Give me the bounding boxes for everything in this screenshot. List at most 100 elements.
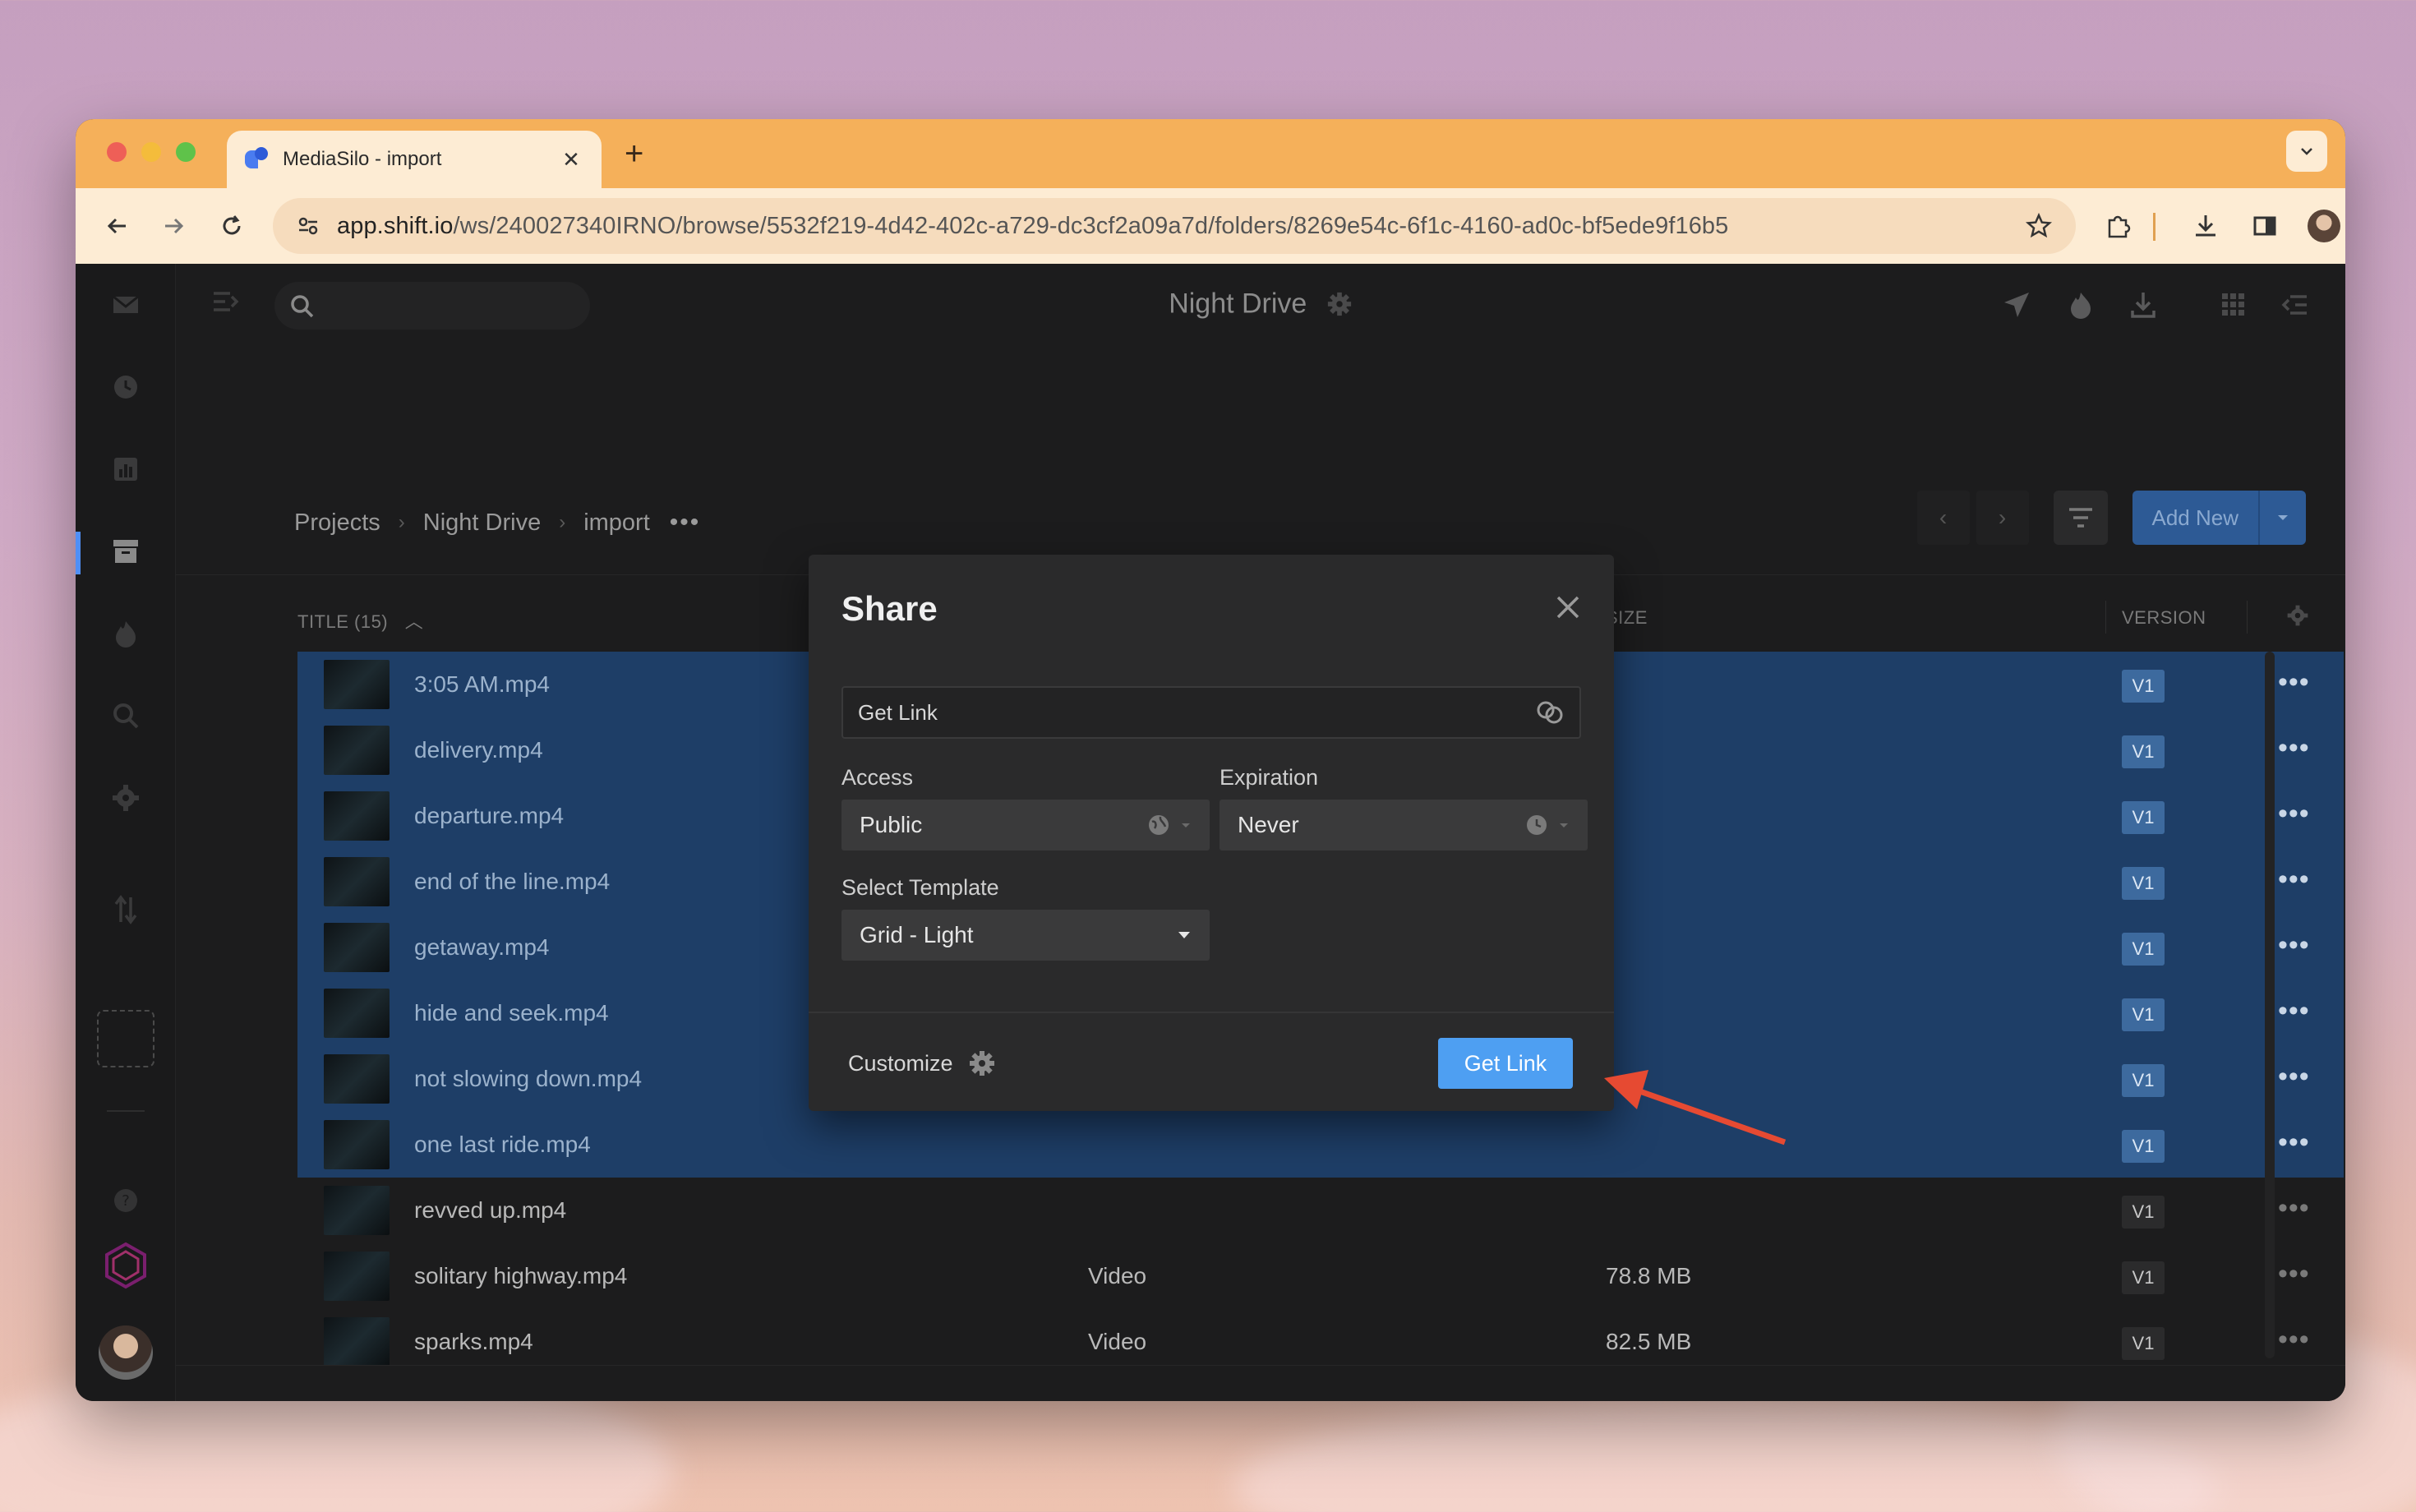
breadcrumb-project[interactable]: Night Drive <box>423 509 541 537</box>
video-thumbnail[interactable] <box>324 857 390 906</box>
version-badge[interactable]: V1 <box>2122 735 2165 768</box>
access-select[interactable]: Public <box>841 800 1210 850</box>
video-thumbnail[interactable] <box>324 923 390 972</box>
video-thumbnail[interactable] <box>324 989 390 1038</box>
customize-button[interactable]: Customize <box>848 1049 996 1077</box>
inbox-icon[interactable] <box>109 288 142 321</box>
video-thumbnail[interactable] <box>324 1252 390 1301</box>
video-thumbnail[interactable] <box>324 660 390 709</box>
transfer-icon[interactable] <box>109 893 142 926</box>
version-badge[interactable]: V1 <box>2122 1327 2165 1360</box>
gear-icon[interactable] <box>109 781 142 814</box>
table-row[interactable]: one last ride.mp4 V1 ••• <box>297 1112 2344 1178</box>
breadcrumb-folder[interactable]: import <box>583 509 650 537</box>
row-more-icon[interactable]: ••• <box>2278 1192 2310 1224</box>
side-panel-button[interactable] <box>2245 206 2285 246</box>
logo-icon[interactable] <box>102 1242 150 1289</box>
scrollbar[interactable] <box>2265 652 2275 1358</box>
row-more-icon[interactable]: ••• <box>2278 732 2310 764</box>
video-thumbnail[interactable] <box>324 1054 390 1104</box>
file-name[interactable]: end of the line.mp4 <box>414 869 610 895</box>
file-name[interactable]: departure.mp4 <box>414 803 564 829</box>
file-name[interactable]: 3:05 AM.mp4 <box>414 671 550 698</box>
file-name[interactable]: solitary highway.mp4 <box>414 1263 627 1289</box>
version-badge[interactable]: V1 <box>2122 801 2165 834</box>
row-more-icon[interactable]: ••• <box>2278 1061 2310 1093</box>
panel-icon[interactable] <box>2278 288 2311 321</box>
row-more-icon[interactable]: ••• <box>2278 1324 2310 1356</box>
expiration-select[interactable]: Never <box>1220 800 1588 850</box>
user-avatar[interactable] <box>99 1325 153 1380</box>
forward-button[interactable] <box>154 206 194 246</box>
version-badge[interactable]: V1 <box>2122 867 2165 900</box>
video-thumbnail[interactable] <box>324 1120 390 1169</box>
filter-button[interactable] <box>2053 491 2108 545</box>
url-text[interactable]: app.shift.io/ws/240027340IRNO/browse/553… <box>337 213 2025 240</box>
back-button[interactable] <box>97 206 136 246</box>
bookmark-star-icon[interactable] <box>2025 212 2053 240</box>
tab-close-icon[interactable]: ✕ <box>559 147 583 173</box>
close-dialog-button[interactable] <box>1551 591 1584 624</box>
grid-icon[interactable] <box>2217 288 2250 321</box>
search-icon[interactable] <box>109 699 142 732</box>
minimize-window-button[interactable] <box>141 142 161 162</box>
share-link-field[interactable]: Get Link <box>841 686 1581 739</box>
prev-page-button[interactable]: ‹ <box>1916 491 1970 545</box>
column-settings-gear-icon[interactable] <box>2286 604 2309 632</box>
file-name[interactable]: revved up.mp4 <box>414 1197 566 1224</box>
help-icon[interactable]: ? <box>109 1184 142 1217</box>
copy-link-icon[interactable] <box>1535 699 1565 726</box>
row-more-icon[interactable]: ••• <box>2278 1258 2310 1290</box>
archive-icon[interactable] <box>109 535 142 568</box>
video-thumbnail[interactable] <box>324 791 390 841</box>
flame-icon[interactable] <box>2064 288 2097 321</box>
version-badge[interactable]: V1 <box>2122 1261 2165 1294</box>
send-icon[interactable] <box>2000 288 2033 321</box>
next-page-button[interactable]: › <box>1976 491 2029 545</box>
close-window-button[interactable] <box>107 142 127 162</box>
profile-button[interactable] <box>2304 206 2344 246</box>
folder-more-icon[interactable]: ••• <box>670 509 701 537</box>
drop-zone[interactable] <box>97 1010 154 1067</box>
row-more-icon[interactable]: ••• <box>2278 798 2310 830</box>
row-more-icon[interactable]: ••• <box>2278 995 2310 1027</box>
video-thumbnail[interactable] <box>324 1317 390 1367</box>
tab-search-button[interactable] <box>2286 131 2327 172</box>
video-thumbnail[interactable] <box>324 726 390 775</box>
downloads-button[interactable] <box>2186 206 2225 246</box>
file-name[interactable]: delivery.mp4 <box>414 737 543 763</box>
template-select[interactable]: Grid - Light <box>841 910 1210 961</box>
address-bar[interactable]: app.shift.io/ws/240027340IRNO/browse/553… <box>273 198 2076 254</box>
add-new-dropdown[interactable] <box>2260 491 2306 545</box>
chart-icon[interactable] <box>109 453 142 486</box>
video-thumbnail[interactable] <box>324 1186 390 1235</box>
version-badge[interactable]: V1 <box>2122 933 2165 966</box>
version-badge[interactable]: V1 <box>2122 998 2165 1031</box>
project-settings-gear-icon[interactable] <box>1326 291 1353 317</box>
file-name[interactable]: hide and seek.mp4 <box>414 1000 609 1026</box>
version-badge[interactable]: V1 <box>2122 1130 2165 1163</box>
reload-button[interactable] <box>212 206 251 246</box>
table-row[interactable]: revved up.mp4 V1 ••• <box>297 1178 2344 1243</box>
column-version-header[interactable]: VERSION <box>2122 607 2206 629</box>
get-link-button[interactable]: Get Link <box>1438 1038 1573 1089</box>
flame-icon[interactable] <box>109 617 142 650</box>
site-settings-icon[interactable] <box>296 214 320 238</box>
new-tab-icon[interactable]: + <box>625 137 643 170</box>
version-badge[interactable]: V1 <box>2122 670 2165 703</box>
row-more-icon[interactable]: ••• <box>2278 1127 2310 1159</box>
maximize-window-button[interactable] <box>176 142 196 162</box>
add-new-button[interactable]: Add New <box>2132 491 2306 545</box>
file-name[interactable]: not slowing down.mp4 <box>414 1066 642 1092</box>
file-name[interactable]: one last ride.mp4 <box>414 1132 591 1158</box>
file-name[interactable]: sparks.mp4 <box>414 1329 533 1355</box>
extensions-button[interactable] <box>2099 206 2138 246</box>
row-more-icon[interactable]: ••• <box>2278 929 2310 961</box>
breadcrumb-projects[interactable]: Projects <box>294 509 380 537</box>
browser-tab[interactable]: MediaSilo - import ✕ <box>227 131 602 188</box>
download-icon[interactable] <box>2127 288 2160 321</box>
version-badge[interactable]: V1 <box>2122 1064 2165 1097</box>
table-row[interactable]: solitary highway.mp4 Video 78.8 MB V1 ••• <box>297 1243 2344 1309</box>
column-title-header[interactable]: TITLE (15) ︿ <box>297 607 423 634</box>
file-name[interactable]: getaway.mp4 <box>414 934 549 961</box>
